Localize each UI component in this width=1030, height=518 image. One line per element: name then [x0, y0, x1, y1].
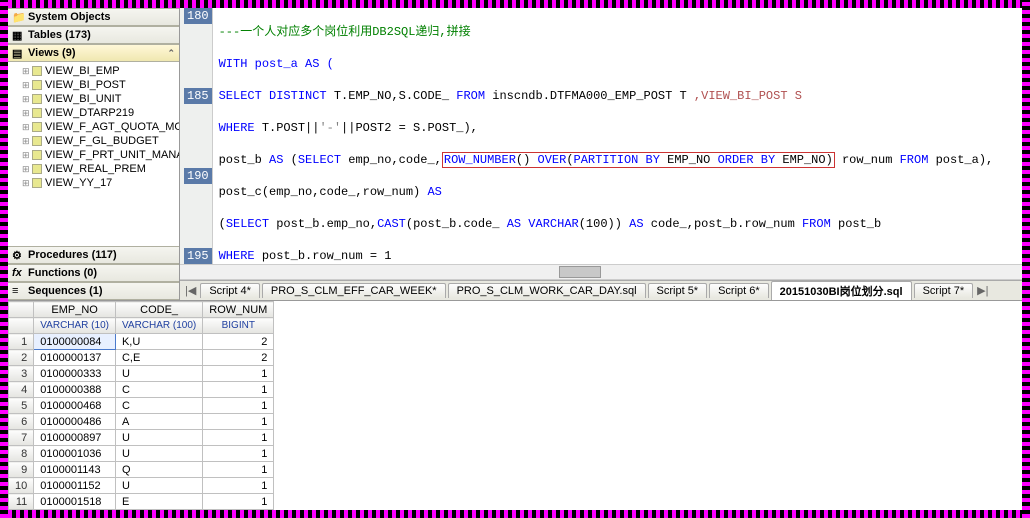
view-icon: ▤ [12, 47, 24, 59]
tabs-bar: |◀ Script 4* PRO_S_CLM_EFF_CAR_WEEK* PRO… [180, 280, 1022, 300]
code-container[interactable]: 180 185 190 195 [180, 8, 1022, 264]
results-grid-area[interactable]: EMP_NO CODE_ ROW_NUM VARCHAR (10) VARCHA… [8, 300, 1022, 510]
row-header-blank [9, 302, 34, 318]
tab-pro-work-car-day[interactable]: PRO_S_CLM_WORK_CAR_DAY.sql [448, 283, 646, 298]
view-item-icon [32, 108, 42, 118]
sequences-header[interactable]: ≡ Sequences (1) [8, 282, 179, 300]
table-row[interactable]: 2 0100000137 C,E 2 [9, 350, 274, 366]
sequences-label: Sequences (1) [28, 285, 103, 297]
col-row-num[interactable]: ROW_NUM [203, 302, 274, 318]
views-header[interactable]: ▤ Views (9) ⌃ [8, 44, 179, 62]
view-item-icon [32, 178, 42, 188]
tab-script6[interactable]: Script 6* [709, 283, 769, 298]
tree-item[interactable]: VIEW_DTARP219 [8, 106, 179, 120]
folder-icon: 📁 [12, 11, 24, 23]
table-icon: ▦ [12, 29, 24, 41]
col-emp-no[interactable]: EMP_NO [34, 302, 116, 318]
view-item-icon [32, 164, 42, 174]
tree-item[interactable]: VIEW_F_GL_BUDGET [8, 134, 179, 148]
table-row[interactable]: 1 0100000084 K,U 2 [9, 334, 274, 350]
table-row[interactable]: 4 0100000388 C 1 [9, 382, 274, 398]
function-icon: fx [12, 267, 24, 279]
functions-header[interactable]: fx Functions (0) [8, 264, 179, 282]
tabs-nav-left[interactable]: |◀ [182, 284, 199, 297]
views-tree[interactable]: VIEW_BI_EMP VIEW_BI_POST VIEW_BI_UNIT VI… [8, 62, 179, 246]
tab-script4[interactable]: Script 4* [200, 283, 260, 298]
line-gutter: 180 185 190 195 [180, 8, 213, 264]
table-row[interactable]: 7 0100000897 U 1 [9, 430, 274, 446]
horizontal-scrollbar[interactable] [180, 264, 1022, 280]
tab-bi-post[interactable]: 20151030BI岗位划分.sql [771, 281, 912, 300]
tree-item[interactable]: VIEW_BI_POST [8, 78, 179, 92]
table-row[interactable]: 10 0100001152 U 1 [9, 478, 274, 494]
table-row[interactable]: 6 0100000486 A 1 [9, 414, 274, 430]
tree-item[interactable]: VIEW_YY_17 [8, 176, 179, 190]
tree-item[interactable]: VIEW_REAL_PREM [8, 162, 179, 176]
tabs-nav-right[interactable]: ▶| [974, 284, 991, 297]
view-item-icon [32, 136, 42, 146]
table-row[interactable]: 11 0100001518 E 1 [9, 494, 274, 510]
views-label: Views (9) [28, 47, 76, 59]
view-item-icon [32, 80, 42, 90]
tab-script7[interactable]: Script 7* [914, 283, 974, 298]
procedure-icon: ⚙ [12, 249, 24, 261]
functions-label: Functions (0) [28, 267, 97, 279]
top-row: 📁 System Objects ▦ Tables (173) ▤ Views … [8, 8, 1022, 300]
tree-item[interactable]: VIEW_F_AGT_QUOTA_MONTH [8, 120, 179, 134]
procedures-label: Procedures (117) [28, 249, 117, 261]
tab-pro-eff-car-week[interactable]: PRO_S_CLM_EFF_CAR_WEEK* [262, 283, 446, 298]
table-row[interactable]: 5 0100000468 C 1 [9, 398, 274, 414]
tree-item[interactable]: VIEW_BI_UNIT [8, 92, 179, 106]
results-grid[interactable]: EMP_NO CODE_ ROW_NUM VARCHAR (10) VARCHA… [8, 301, 274, 510]
col-code[interactable]: CODE_ [115, 302, 202, 318]
col-type-code: VARCHAR (100) [115, 318, 202, 334]
chevron-up-icon: ⌃ [167, 48, 175, 59]
tables-label: Tables (173) [28, 29, 91, 41]
system-objects-header[interactable]: 📁 System Objects [8, 8, 179, 26]
view-item-icon [32, 122, 42, 132]
tree-item[interactable]: VIEW_F_PRT_UNIT_MANAGER [8, 148, 179, 162]
view-item-icon [32, 66, 42, 76]
sidebar: 📁 System Objects ▦ Tables (173) ▤ Views … [8, 8, 180, 300]
editor-area: 180 185 190 195 [180, 8, 1022, 300]
row-header-blank [9, 318, 34, 334]
tables-header[interactable]: ▦ Tables (173) [8, 26, 179, 44]
tab-script5[interactable]: Script 5* [648, 283, 708, 298]
view-item-icon [32, 94, 42, 104]
table-row[interactable]: 9 0100001143 Q 1 [9, 462, 274, 478]
table-row[interactable]: 3 0100000333 U 1 [9, 366, 274, 382]
system-objects-label: System Objects [28, 11, 111, 23]
tree-item[interactable]: VIEW_BI_EMP [8, 64, 179, 78]
table-row[interactable]: 8 0100001036 U 1 [9, 446, 274, 462]
col-type-row-num: BIGINT [203, 318, 274, 334]
procedures-header[interactable]: ⚙ Procedures (117) [8, 246, 179, 264]
sequence-icon: ≡ [12, 285, 24, 297]
db-manager-app: 📁 System Objects ▦ Tables (173) ▤ Views … [8, 8, 1022, 510]
sql-code[interactable]: ---一个人对应多个岗位利用DB2SQL递归,拼接 WITH post_a AS… [213, 8, 1022, 264]
view-item-icon [32, 150, 42, 160]
col-type-emp-no: VARCHAR (10) [34, 318, 116, 334]
